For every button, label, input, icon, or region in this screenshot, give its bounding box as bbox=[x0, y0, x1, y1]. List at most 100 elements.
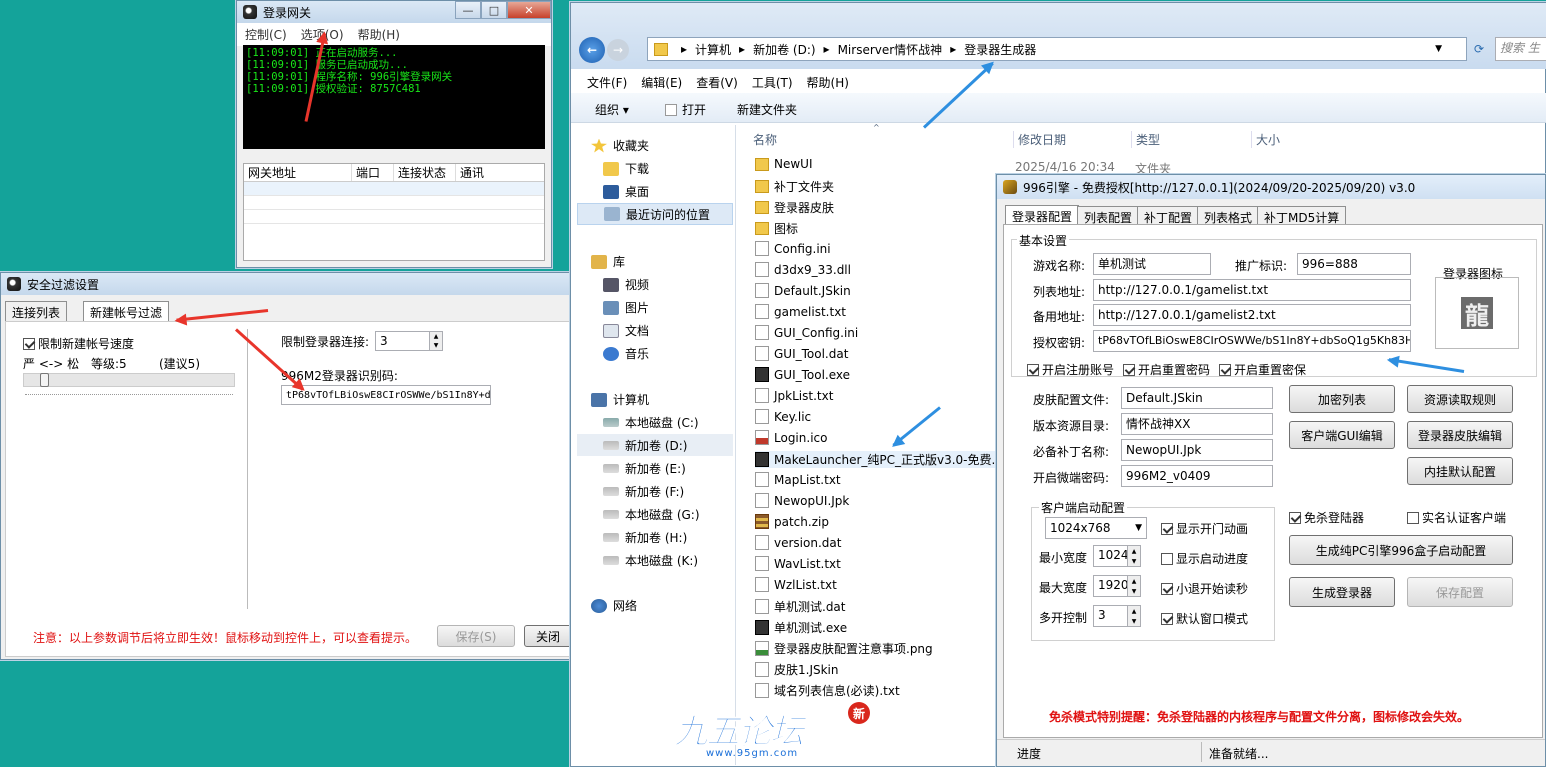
list-item[interactable]: GUI_Config.ini bbox=[755, 325, 1005, 340]
nav-videos[interactable]: 视频 bbox=[603, 276, 649, 293]
nav-downloads[interactable]: 下载 bbox=[603, 160, 649, 177]
default-config-button[interactable]: 内挂默认配置 bbox=[1407, 457, 1513, 485]
generate-box-config-button[interactable]: 生成纯PC引擎996盒子启动配置 bbox=[1289, 535, 1513, 565]
level-slider[interactable] bbox=[23, 373, 235, 387]
res-input[interactable]: 情怀战神XX bbox=[1121, 413, 1273, 435]
list-item[interactable]: 单机测试.dat bbox=[755, 598, 1005, 615]
breadcrumb-generator[interactable]: 登录器生成器 bbox=[964, 41, 1036, 58]
patch-input[interactable]: NewopUI.Jpk bbox=[1121, 439, 1273, 461]
encrypt-list-button[interactable]: 加密列表 bbox=[1289, 385, 1395, 413]
nav-recent[interactable]: 最近访问的位置 bbox=[577, 203, 733, 225]
nav-network[interactable]: 网络 bbox=[591, 597, 637, 614]
nav-documents[interactable]: 文档 bbox=[603, 322, 649, 339]
nav-drive-h[interactable]: 新加卷 (H:) bbox=[603, 529, 687, 546]
list-item[interactable]: gamelist.txt bbox=[755, 304, 1005, 319]
col-comm[interactable]: 通讯 bbox=[456, 164, 484, 181]
save-button[interactable]: 保存(S) bbox=[437, 625, 515, 647]
max-width-stepper[interactable]: 1920 ▲ ▼ bbox=[1093, 575, 1141, 597]
skin-edit-button[interactable]: 登录器皮肤编辑 bbox=[1407, 421, 1513, 449]
new-folder-button[interactable]: 新建文件夹 bbox=[737, 101, 797, 118]
micro-input[interactable]: 996M2_v0409 bbox=[1121, 465, 1273, 487]
col-port[interactable]: 端口 bbox=[352, 164, 394, 181]
stepper-arrows[interactable]: ▲ ▼ bbox=[1127, 606, 1140, 626]
nav-favorites[interactable]: 收藏夹 bbox=[591, 137, 649, 154]
list-item[interactable]: Key.lic bbox=[755, 409, 1005, 424]
multi-stepper[interactable]: 3 ▲ ▼ bbox=[1093, 605, 1141, 627]
resource-rules-button[interactable]: 资源读取规则 bbox=[1407, 385, 1513, 413]
stepper-arrows[interactable]: ▲ ▼ bbox=[1127, 546, 1140, 566]
nav-pictures[interactable]: 图片 bbox=[603, 299, 649, 316]
col-date[interactable]: 修改日期 bbox=[1013, 131, 1066, 148]
organize-button[interactable]: 组织 ▾ bbox=[595, 101, 629, 118]
save-config-button[interactable]: 保存配置 bbox=[1407, 577, 1513, 607]
reset-security-checkbox[interactable]: 开启重置密保 bbox=[1219, 361, 1306, 378]
table-row[interactable] bbox=[244, 196, 544, 210]
launcher-titlebar[interactable]: 996引擎 - 免费授权[http://127.0.0.1](2024/09/2… bbox=[997, 175, 1545, 199]
list-item[interactable]: 登录器皮肤 bbox=[755, 199, 1005, 216]
nav-music[interactable]: 音乐 bbox=[603, 345, 649, 362]
skin-input[interactable]: Default.JSkin bbox=[1121, 387, 1273, 409]
tab-connection-list[interactable]: 连接列表 bbox=[5, 301, 68, 323]
maximize-button[interactable]: □ bbox=[481, 1, 507, 19]
breadcrumb-drive-d[interactable]: 新加卷 (D:) bbox=[753, 41, 815, 58]
open-button[interactable]: 打开 bbox=[665, 101, 706, 118]
generate-launcher-button[interactable]: 生成登录器 bbox=[1289, 577, 1395, 607]
list-item[interactable]: Default.JSkin bbox=[755, 283, 1005, 298]
launcher-icon-preview[interactable]: 龍 bbox=[1435, 277, 1519, 349]
resolution-select[interactable]: 1024x768 ▼ bbox=[1045, 517, 1147, 539]
stepper-arrows[interactable]: ▲ ▼ bbox=[429, 332, 442, 350]
auth-key-input[interactable]: tP68vTOfLBiOswE8CIrOSWWe/bS1In8Y+dbSoQ1g… bbox=[1093, 330, 1411, 352]
promo-input[interactable]: 996=888 bbox=[1297, 253, 1411, 275]
slider-thumb[interactable] bbox=[40, 373, 49, 387]
menu-control[interactable]: 控制(C) bbox=[245, 26, 287, 43]
table-row[interactable] bbox=[244, 182, 544, 196]
list-item[interactable]: d3dx9_33.dll bbox=[755, 262, 1005, 277]
list-item[interactable]: 登录器皮肤配置注意事项.png bbox=[755, 640, 1005, 657]
limit-new-account-checkbox[interactable]: 限制新建帐号速度 bbox=[23, 335, 134, 352]
window-mode-checkbox[interactable]: 默认窗口模式 bbox=[1161, 610, 1248, 627]
reset-password-checkbox[interactable]: 开启重置密码 bbox=[1123, 361, 1210, 378]
address-bar[interactable]: ▸ 计算机 ▸ 新加卷 (D:) ▸ Mirserver情怀战神 ▸ 登录器生成… bbox=[647, 37, 1467, 61]
breadcrumb-mirserver[interactable]: Mirserver情怀战神 bbox=[838, 41, 943, 58]
address-dropdown-icon[interactable]: ▼ bbox=[1435, 44, 1442, 54]
col-address[interactable]: 网关地址 bbox=[244, 164, 352, 181]
list-url-input[interactable]: http://127.0.0.1/gamelist.txt bbox=[1093, 279, 1411, 301]
col-name[interactable]: 名称 bbox=[753, 131, 777, 148]
no-kill-checkbox[interactable]: 免杀登陆器 bbox=[1289, 509, 1364, 526]
gui-edit-button[interactable]: 客户端GUI编辑 bbox=[1289, 421, 1395, 449]
list-item[interactable]: Login.ico bbox=[755, 430, 1005, 445]
list-item[interactable]: 皮肤1.JSkin bbox=[755, 661, 1005, 678]
small-exit-checkbox[interactable]: 小退开始读秒 bbox=[1161, 580, 1248, 597]
col-size[interactable]: 大小 bbox=[1251, 131, 1280, 148]
search-input[interactable]: 搜索 生 bbox=[1495, 37, 1546, 61]
backup-url-input[interactable]: http://127.0.0.1/gamelist2.txt bbox=[1093, 304, 1411, 326]
col-type[interactable]: 类型 bbox=[1131, 131, 1160, 148]
anim-checkbox[interactable]: 显示开门动画 bbox=[1161, 520, 1248, 537]
refresh-icon[interactable]: ⟳ bbox=[1469, 39, 1489, 59]
filter-titlebar[interactable]: 安全过滤设置 bbox=[1, 273, 571, 295]
list-item[interactable]: 补丁文件夹 bbox=[755, 178, 1005, 195]
list-item[interactable]: Config.ini bbox=[755, 241, 1005, 256]
nav-drive-f[interactable]: 新加卷 (F:) bbox=[603, 483, 684, 500]
list-item[interactable]: version.dat bbox=[755, 535, 1005, 550]
list-item[interactable]: JpkList.txt bbox=[755, 388, 1005, 403]
menu-tools[interactable]: 工具(T) bbox=[752, 74, 793, 91]
code-input[interactable]: tP68vTOfLBiOswE8CIrOSWWe/bS1In8Y+d bbox=[281, 385, 491, 405]
limit-login-stepper[interactable]: 3 ▲ ▼ bbox=[375, 331, 443, 351]
nav-computer[interactable]: 计算机 bbox=[591, 391, 649, 408]
nav-drive-e[interactable]: 新加卷 (E:) bbox=[603, 460, 686, 477]
list-item[interactable]: NewopUI.Jpk bbox=[755, 493, 1005, 508]
list-item[interactable]: GUI_Tool.exe bbox=[755, 367, 1005, 382]
nav-desktop[interactable]: 桌面 bbox=[603, 183, 649, 200]
list-item[interactable]: WavList.txt bbox=[755, 556, 1005, 571]
list-item[interactable]: 域名列表信息(必读).txt bbox=[755, 682, 1005, 699]
list-item[interactable]: 图标 bbox=[755, 220, 1005, 237]
minimize-button[interactable]: — bbox=[455, 1, 481, 19]
forward-button[interactable]: → bbox=[607, 39, 629, 61]
nav-drive-d[interactable]: 新加卷 (D:) bbox=[577, 434, 733, 456]
game-name-input[interactable]: 单机测试 bbox=[1093, 253, 1211, 275]
list-item[interactable]: NewUI bbox=[755, 157, 1005, 171]
col-status[interactable]: 连接状态 bbox=[394, 164, 456, 181]
register-checkbox[interactable]: 开启注册账号 bbox=[1027, 361, 1114, 378]
menu-help[interactable]: 帮助(H) bbox=[358, 26, 400, 43]
